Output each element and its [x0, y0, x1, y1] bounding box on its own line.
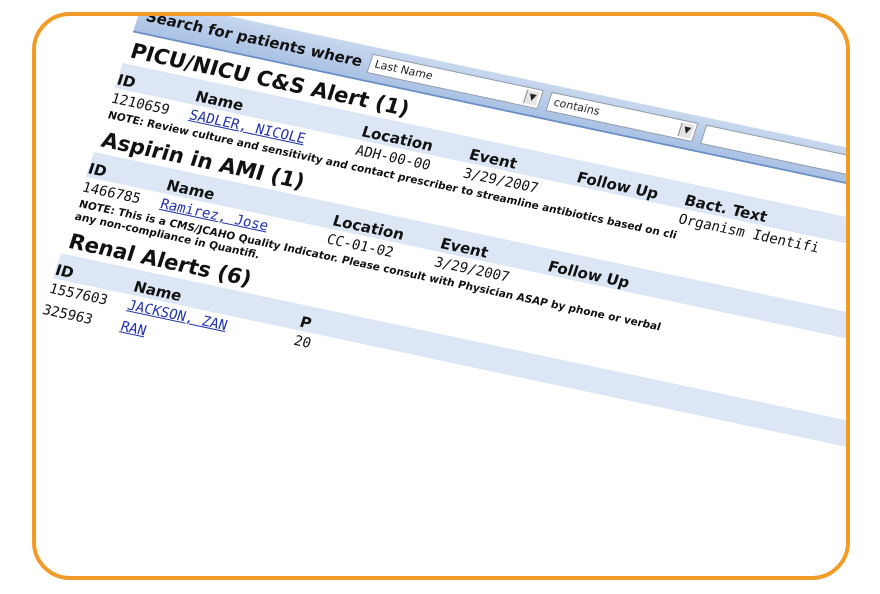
search-operator-value: contains [551, 95, 602, 118]
patient-link[interactable]: RAN [118, 319, 148, 340]
search-field-value: Last Name [372, 57, 435, 83]
cell-partial: 20 [291, 333, 314, 352]
chevron-down-icon: ▼ [523, 89, 541, 106]
chevron-down-icon: ▼ [677, 122, 695, 139]
report-view: Search for patients where Last Name ▼ co… [39, 16, 846, 491]
rounded-frame: Search for patients where Last Name ▼ co… [32, 12, 850, 580]
